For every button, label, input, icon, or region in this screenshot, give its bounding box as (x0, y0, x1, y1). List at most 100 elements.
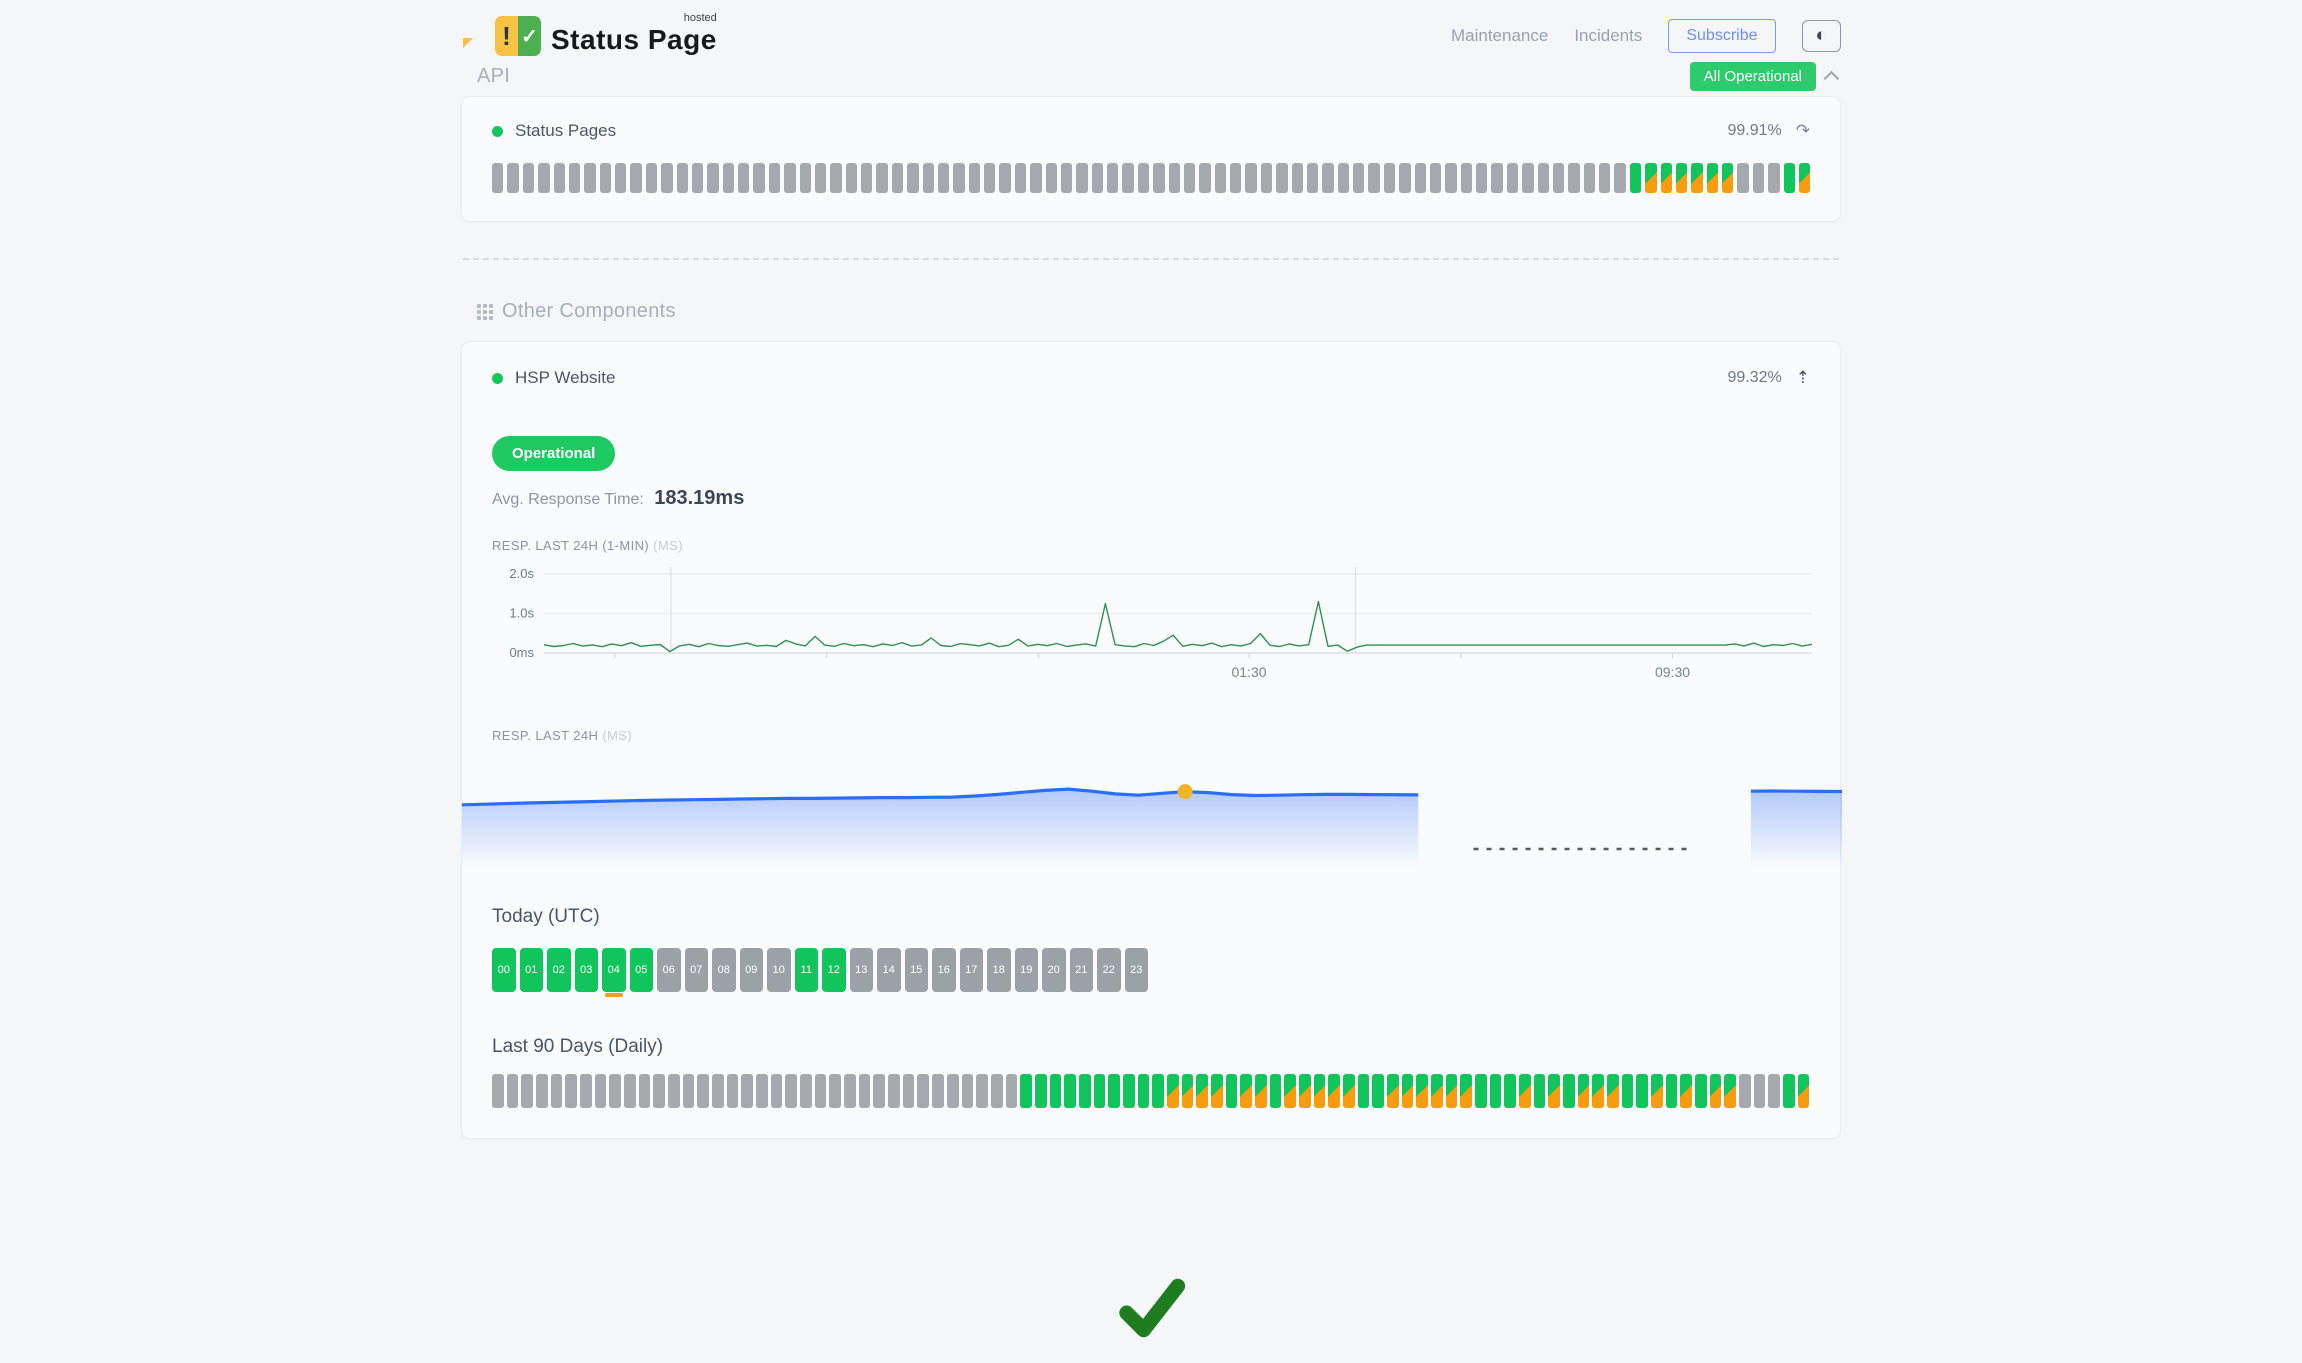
subscribe-button[interactable]: Subscribe (1668, 19, 1775, 53)
uptime-bar-operational (1783, 1074, 1795, 1108)
uptime-bar-no-data (815, 1074, 827, 1108)
uptime-bar-no-data (1322, 163, 1333, 193)
uptime-bar-partial-degraded (1255, 1074, 1267, 1108)
uptime-bar-no-data (1199, 163, 1210, 193)
uptime-bar-no-data (892, 163, 903, 193)
uptime-bar-partial-degraded (1328, 1074, 1340, 1108)
hour-block-00: 00 (492, 948, 516, 992)
uptime-bar-no-data (1753, 163, 1764, 193)
uptime-bar-no-data (1245, 163, 1256, 193)
uptime-bar-no-data (630, 163, 641, 193)
uptime-bar-no-data (1046, 163, 1057, 193)
uptime-percent: 99.91% (1727, 122, 1781, 140)
uptime-bar-no-data (1599, 163, 1610, 193)
status-dot-icon (492, 373, 503, 384)
uptime-percent: 99.32% (1727, 369, 1781, 387)
uptime-bar-partial-degraded (1460, 1074, 1472, 1108)
uptime-bar-operational (1490, 1074, 1502, 1108)
uptime-bar-no-data (738, 163, 749, 193)
hour-block-14: 14 (877, 948, 901, 992)
nav-maintenance[interactable]: Maintenance (1451, 26, 1548, 46)
hour-block-08: 08 (712, 948, 736, 992)
uptime-bar-partial-degraded (1431, 1074, 1443, 1108)
uptime-bar-no-data (595, 1074, 607, 1108)
chart1-unit: (MS) (653, 538, 683, 553)
uptime-bar-no-data (1368, 163, 1379, 193)
uptime-bar-no-data (1584, 163, 1595, 193)
hour-block-07: 07 (685, 948, 709, 992)
uptime-bar-no-data (1553, 163, 1564, 193)
uptime-bar-partial-degraded (1607, 1074, 1619, 1108)
uptime-bar-no-data (969, 163, 980, 193)
uptime-bar-no-data (692, 163, 703, 193)
uptime-bar-no-data (580, 1074, 592, 1108)
uptime-bar-no-data (653, 1074, 665, 1108)
uptime-bar-no-data (615, 163, 626, 193)
uptime-bar-no-data (829, 1074, 841, 1108)
uptime-bar-no-data (521, 1074, 533, 1108)
svg-text:01:30: 01:30 (1231, 664, 1266, 680)
uptime-bar-no-data (962, 1074, 974, 1108)
app-title: Status Page (551, 24, 717, 56)
trend-up-icon[interactable]: ⇡ (1796, 368, 1810, 388)
uptime-bar-operational (1064, 1074, 1076, 1108)
uptime-bar-no-data (753, 163, 764, 193)
uptime-bar-no-data (707, 163, 718, 193)
uptime-bar-no-data (1307, 163, 1318, 193)
uptime-bar-partial-degraded (1416, 1074, 1428, 1108)
uptime-bar-partial-degraded (1651, 1074, 1663, 1108)
theme-toggle-button[interactable]: ◐ (1802, 20, 1841, 53)
uptime-bar-no-data (609, 1074, 621, 1108)
uptime-bar-operational (1372, 1074, 1384, 1108)
hour-block-05: 05 (630, 948, 654, 992)
daily-bar-row (492, 1074, 1810, 1108)
nav-incidents[interactable]: Incidents (1574, 26, 1642, 46)
uptime-bar-no-data (888, 1074, 900, 1108)
uptime-bar-no-data (1538, 163, 1549, 193)
api-section-title: API (477, 65, 510, 88)
big-check-icon (1112, 1269, 1190, 1347)
uptime-bar-partial-degraded (1182, 1074, 1194, 1108)
chevron-up-icon[interactable] (1824, 70, 1840, 86)
uptime-bar-no-data (492, 1074, 504, 1108)
uptime-bar-partial-degraded (1707, 163, 1718, 193)
svg-text:1.0s: 1.0s (509, 606, 534, 621)
grid-icon (477, 304, 493, 320)
uptime-bar-no-data (677, 163, 688, 193)
uptime-bar-partial-degraded (1211, 1074, 1223, 1108)
uptime-bar-no-data (646, 163, 657, 193)
uptime-bar-no-data (1138, 163, 1149, 193)
uptime-bar-no-data (1754, 1074, 1766, 1108)
uptime-bar-no-data (1739, 1074, 1751, 1108)
uptime-bar-no-data (697, 1074, 709, 1108)
uptime-bar-no-data (815, 163, 826, 193)
uptime-bar-no-data (1015, 163, 1026, 193)
uptime-bar-no-data (492, 163, 503, 193)
uptime-bar-partial-degraded (1519, 1074, 1531, 1108)
uptime-bar-no-data (1353, 163, 1364, 193)
uptime-bar-partial-degraded (1645, 163, 1656, 193)
chart2-unit: (MS) (602, 728, 632, 743)
uptime-bar-partial-degraded (1710, 1074, 1722, 1108)
uptime-bar-partial-degraded (1167, 1074, 1179, 1108)
uptime-bar-no-data (1768, 163, 1779, 193)
chart1-svg: 2.0s1.0s0ms01:3009:30 (492, 567, 1812, 689)
uptime-bar-operational (1079, 1074, 1091, 1108)
uptime-bar-no-data (999, 163, 1010, 193)
uptime-bar-partial-degraded (1592, 1074, 1604, 1108)
uptime-bar-operational (1108, 1074, 1120, 1108)
data-point-marker[interactable] (1178, 784, 1193, 799)
uptime-bar-partial-degraded (1724, 1074, 1736, 1108)
uptime-bar-no-data (1230, 163, 1241, 193)
uptime-bar-no-data (727, 1074, 739, 1108)
other-components-label: Other Components (502, 300, 676, 323)
refresh-icon[interactable]: ↷ (1796, 121, 1810, 141)
uptime-bar-partial-degraded (1314, 1074, 1326, 1108)
uptime-bar-partial-degraded (1691, 163, 1702, 193)
uptime-bar-no-data (536, 1074, 548, 1108)
half-moon-icon: ◐ (1816, 25, 1827, 46)
uptime-bar-no-data (938, 163, 949, 193)
uptime-bar-no-data (785, 1074, 797, 1108)
uptime-bar-no-data (1384, 163, 1395, 193)
uptime-bar-no-data (947, 1074, 959, 1108)
